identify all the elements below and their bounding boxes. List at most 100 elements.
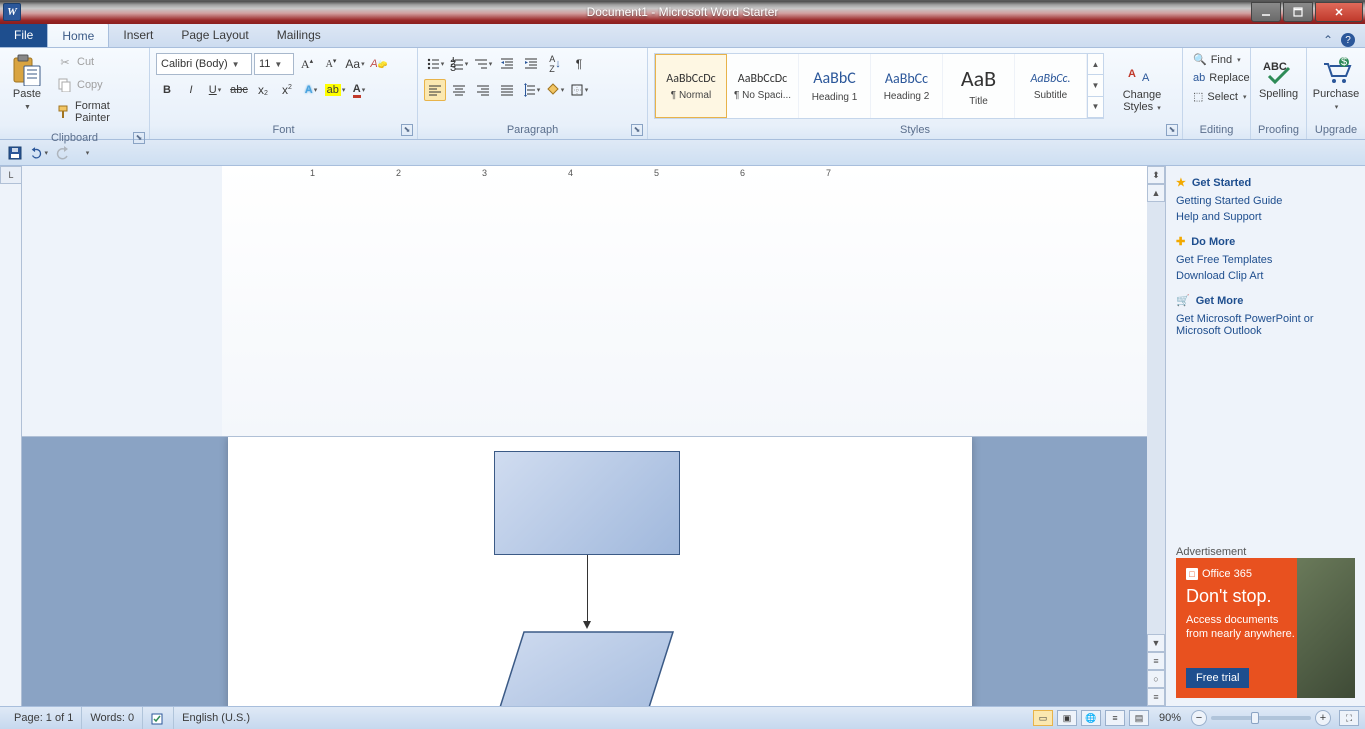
redo-button[interactable]	[54, 144, 72, 162]
tab-home[interactable]: Home	[47, 23, 109, 47]
maximize-button[interactable]	[1283, 2, 1313, 22]
replace-button[interactable]: abReplace	[1189, 70, 1254, 86]
subscript-button[interactable]: x2	[252, 79, 274, 101]
paragraph-launcher[interactable]: ⬊	[631, 124, 643, 136]
minimize-button[interactable]	[1251, 2, 1281, 22]
document-page[interactable]	[228, 437, 972, 707]
vertical-ruler[interactable]	[0, 184, 22, 706]
sort-button[interactable]: AZ↓	[544, 53, 566, 75]
style-item-1[interactable]: AaBbCcDc¶ No Spaci...	[727, 54, 799, 118]
find-button[interactable]: 🔍Find▾	[1189, 51, 1254, 68]
web-layout-view[interactable]: 🌐	[1081, 710, 1101, 726]
advertisement[interactable]: □Office 365 Don't stop. Access documents…	[1176, 558, 1355, 698]
font-size-combo[interactable]: 11▼	[254, 53, 294, 75]
gallery-up[interactable]: ▲	[1088, 54, 1103, 75]
justify-button[interactable]	[496, 79, 518, 101]
spelling-button[interactable]: ABC Spelling	[1254, 51, 1303, 103]
tab-file[interactable]: File	[0, 23, 47, 47]
zoom-fit[interactable]: ⛶	[1339, 710, 1359, 726]
change-case-button[interactable]: Aa▾	[344, 53, 366, 75]
style-item-5[interactable]: AaBbCc.Subtitle	[1015, 54, 1087, 118]
rp-domore-link-0[interactable]: Get Free Templates	[1176, 252, 1355, 268]
style-item-0[interactable]: AaBbCcDc¶ Normal	[655, 54, 727, 118]
line-spacing-button[interactable]: ▾	[520, 79, 542, 101]
tab-mailings[interactable]: Mailings	[263, 23, 335, 47]
zoom-out[interactable]: −	[1191, 710, 1207, 726]
ad-cta-button[interactable]: Free trial	[1186, 668, 1249, 688]
words-status[interactable]: Words: 0	[82, 707, 143, 729]
copy-button[interactable]: Copy	[52, 74, 143, 96]
paste-button[interactable]: Paste▼	[6, 51, 48, 117]
clear-formatting-button[interactable]: A🧽	[368, 53, 390, 75]
align-left-button[interactable]	[424, 79, 446, 101]
shading-button[interactable]: ▾	[544, 79, 566, 101]
rp-domore-link-1[interactable]: Download Clip Art	[1176, 268, 1355, 284]
align-right-button[interactable]	[472, 79, 494, 101]
borders-button[interactable]: ▾	[568, 79, 590, 101]
purchase-button[interactable]: $ Purchase▾	[1308, 51, 1364, 117]
close-button[interactable]	[1315, 2, 1363, 22]
clipboard-launcher[interactable]: ⬊	[133, 132, 145, 144]
highlight-button[interactable]: ab▾	[324, 79, 346, 101]
underline-button[interactable]: U▾	[204, 79, 226, 101]
show-marks-button[interactable]: ¶	[568, 53, 590, 75]
draft-view[interactable]: ▤	[1129, 710, 1149, 726]
browse-object[interactable]: ○	[1147, 670, 1165, 688]
rp-getmore-link-0[interactable]: Get Microsoft PowerPoint or Microsoft Ou…	[1176, 311, 1355, 339]
clipboard-label: Clipboard	[51, 132, 98, 144]
style-item-3[interactable]: AaBbCcHeading 2	[871, 54, 943, 118]
font-name-combo[interactable]: Calibri (Body)▼	[156, 53, 252, 75]
styles-launcher[interactable]: ⬊	[1166, 124, 1178, 136]
next-page[interactable]: ≡	[1147, 688, 1165, 706]
increase-indent-button[interactable]	[520, 53, 542, 75]
vertical-scrollbar[interactable]: ⬍ ▲ ▼ ≡ ○ ≡	[1147, 166, 1165, 706]
multilevel-button[interactable]: ▾	[472, 53, 494, 75]
gallery-more[interactable]: ▼	[1088, 97, 1103, 118]
style-item-4[interactable]: AaBTitle	[943, 54, 1015, 118]
format-painter-button[interactable]: Format Painter	[52, 97, 143, 127]
grow-font-button[interactable]: A▴	[296, 53, 318, 75]
gallery-down[interactable]: ▼	[1088, 75, 1103, 96]
tab-selector[interactable]: L	[0, 166, 22, 184]
select-button[interactable]: ⬚Select▾	[1189, 88, 1254, 105]
font-color-button[interactable]: A▾	[348, 79, 370, 101]
document-area[interactable]	[22, 437, 1147, 707]
bullets-button[interactable]: ▾	[424, 53, 446, 75]
zoom-slider[interactable]	[1211, 716, 1311, 720]
proof-status[interactable]	[143, 707, 174, 729]
numbering-button[interactable]: 123▾	[448, 53, 470, 75]
horizontal-ruler[interactable]: 1234567	[22, 166, 1147, 437]
italic-button[interactable]: I	[180, 79, 202, 101]
superscript-button[interactable]: x2	[276, 79, 298, 101]
rp-getstarted-link-1[interactable]: Help and Support	[1176, 209, 1355, 225]
flowchart-data-shape[interactable]	[488, 631, 674, 707]
help-icon[interactable]: ?	[1341, 33, 1355, 47]
rp-getstarted-link-0[interactable]: Getting Started Guide	[1176, 193, 1355, 209]
style-item-2[interactable]: AaBbCHeading 1	[799, 54, 871, 118]
print-layout-view[interactable]: ▭	[1033, 710, 1053, 726]
align-center-button[interactable]	[448, 79, 470, 101]
panel-toggle[interactable]: ⬍	[1147, 166, 1165, 184]
change-styles-button[interactable]: AA Change Styles ▾	[1108, 52, 1176, 118]
prev-page[interactable]: ≡	[1147, 652, 1165, 670]
text-effects-button[interactable]: A▾	[300, 79, 322, 101]
zoom-level[interactable]: 90%	[1159, 712, 1181, 724]
shrink-font-button[interactable]: A▾	[320, 53, 342, 75]
scroll-down[interactable]: ▼	[1147, 634, 1165, 652]
minimize-ribbon-icon[interactable]: ⌃	[1323, 33, 1333, 47]
zoom-in[interactable]: +	[1315, 710, 1331, 726]
tab-pagelayout[interactable]: Page Layout	[167, 23, 262, 47]
arrow-connector-1[interactable]	[587, 555, 588, 621]
decrease-indent-button[interactable]	[496, 53, 518, 75]
flowchart-process-shape[interactable]	[494, 451, 680, 555]
cut-button[interactable]: ✂Cut	[52, 51, 143, 73]
strikethrough-button[interactable]: abc	[228, 79, 250, 101]
outline-view[interactable]: ≡	[1105, 710, 1125, 726]
full-screen-view[interactable]: ▣	[1057, 710, 1077, 726]
scroll-up[interactable]: ▲	[1147, 184, 1165, 202]
bold-button[interactable]: B	[156, 79, 178, 101]
tab-insert[interactable]: Insert	[109, 23, 167, 47]
language-status[interactable]: English (U.S.)	[174, 707, 258, 729]
font-launcher[interactable]: ⬊	[401, 124, 413, 136]
page-status[interactable]: Page: 1 of 1	[6, 707, 82, 729]
